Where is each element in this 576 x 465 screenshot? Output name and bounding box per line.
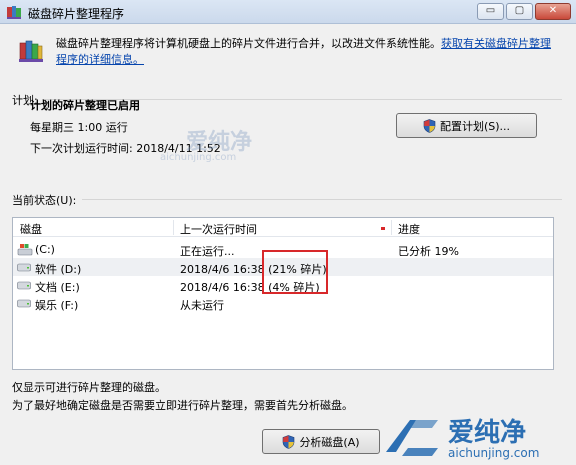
close-button[interactable]: ✕ xyxy=(535,3,571,20)
footer-note-1: 仅显示可进行碎片整理的磁盘。 xyxy=(12,381,166,394)
window-title: 磁盘碎片整理程序 xyxy=(28,7,125,21)
hard-drive-icon xyxy=(17,299,31,308)
disk-name: 娱乐 (F:) xyxy=(35,299,79,312)
sort-indicator-icon xyxy=(381,227,385,230)
brand-logo-url: aichunjing.com xyxy=(448,446,540,460)
defrag-large-icon xyxy=(19,40,43,62)
schedule-status: 计划的碎片整理已启用 xyxy=(30,99,140,112)
windows-drive-icon xyxy=(17,244,33,256)
column-progress[interactable]: 进度 xyxy=(398,221,420,237)
column-last-run[interactable]: 上一次运行时间 xyxy=(180,221,257,237)
hard-drive-icon xyxy=(17,263,31,272)
disk-row-f[interactable]: 娱乐 (F:) 从未运行 xyxy=(13,294,553,312)
disk-name: (C:) xyxy=(35,243,55,256)
disk-name: 文档 (E:) xyxy=(35,281,80,294)
analyze-disk-button[interactable]: 分析磁盘(A) xyxy=(262,429,380,454)
column-divider[interactable] xyxy=(391,220,392,235)
footer-note-2: 为了最好地确定磁盘是否需要立即进行碎片整理，需要首先分析磁盘。 xyxy=(12,399,353,412)
column-divider[interactable] xyxy=(173,220,174,235)
intro-description: 磁盘碎片整理程序将计算机硬盘上的碎片文件进行合并，以改进文件系统性能。获取有关磁… xyxy=(56,36,561,68)
hard-drive-icon xyxy=(17,281,31,290)
disk-progress: 已分析 19% xyxy=(398,245,459,258)
configure-schedule-button[interactable]: 配置计划(S)... xyxy=(396,113,537,138)
maximize-button[interactable]: ▢ xyxy=(506,3,533,20)
uac-shield-icon xyxy=(423,118,436,133)
main-content: 磁盘碎片整理程序将计算机硬盘上的碎片文件进行合并，以改进文件系统性能。获取有关磁… xyxy=(0,24,576,465)
status-divider xyxy=(82,199,562,200)
current-status-label: 当前状态(U): xyxy=(12,194,77,207)
brand-logo-icon xyxy=(386,420,438,456)
column-disk[interactable]: 磁盘 xyxy=(20,221,42,237)
uac-shield-icon xyxy=(283,434,295,449)
disk-last-run: 从未运行 xyxy=(180,299,224,312)
disk-last-run: 正在运行... xyxy=(180,245,235,258)
configure-schedule-label: 配置计划(S)... xyxy=(439,119,511,133)
analyze-disk-label: 分析磁盘(A) xyxy=(299,435,360,449)
center-watermark-url: aichunjing.com xyxy=(160,152,237,163)
fragmentation-highlight-box xyxy=(262,250,328,294)
disk-name: 软件 (D:) xyxy=(35,263,82,276)
minimize-button[interactable]: ▭ xyxy=(477,3,504,20)
title-bar: 磁盘碎片整理程序 ▭ ▢ ✕ xyxy=(0,0,576,24)
intro-text: 磁盘碎片整理程序将计算机硬盘上的碎片文件进行合并，以改进文件系统性能。 xyxy=(56,37,441,50)
defrag-app-icon xyxy=(7,6,21,19)
brand-logo-text: 爱纯净 xyxy=(448,418,527,448)
disk-list-header: 磁盘 上一次运行时间 进度 xyxy=(13,218,553,237)
schedule-frequency: 每星期三 1:00 运行 xyxy=(30,121,128,134)
